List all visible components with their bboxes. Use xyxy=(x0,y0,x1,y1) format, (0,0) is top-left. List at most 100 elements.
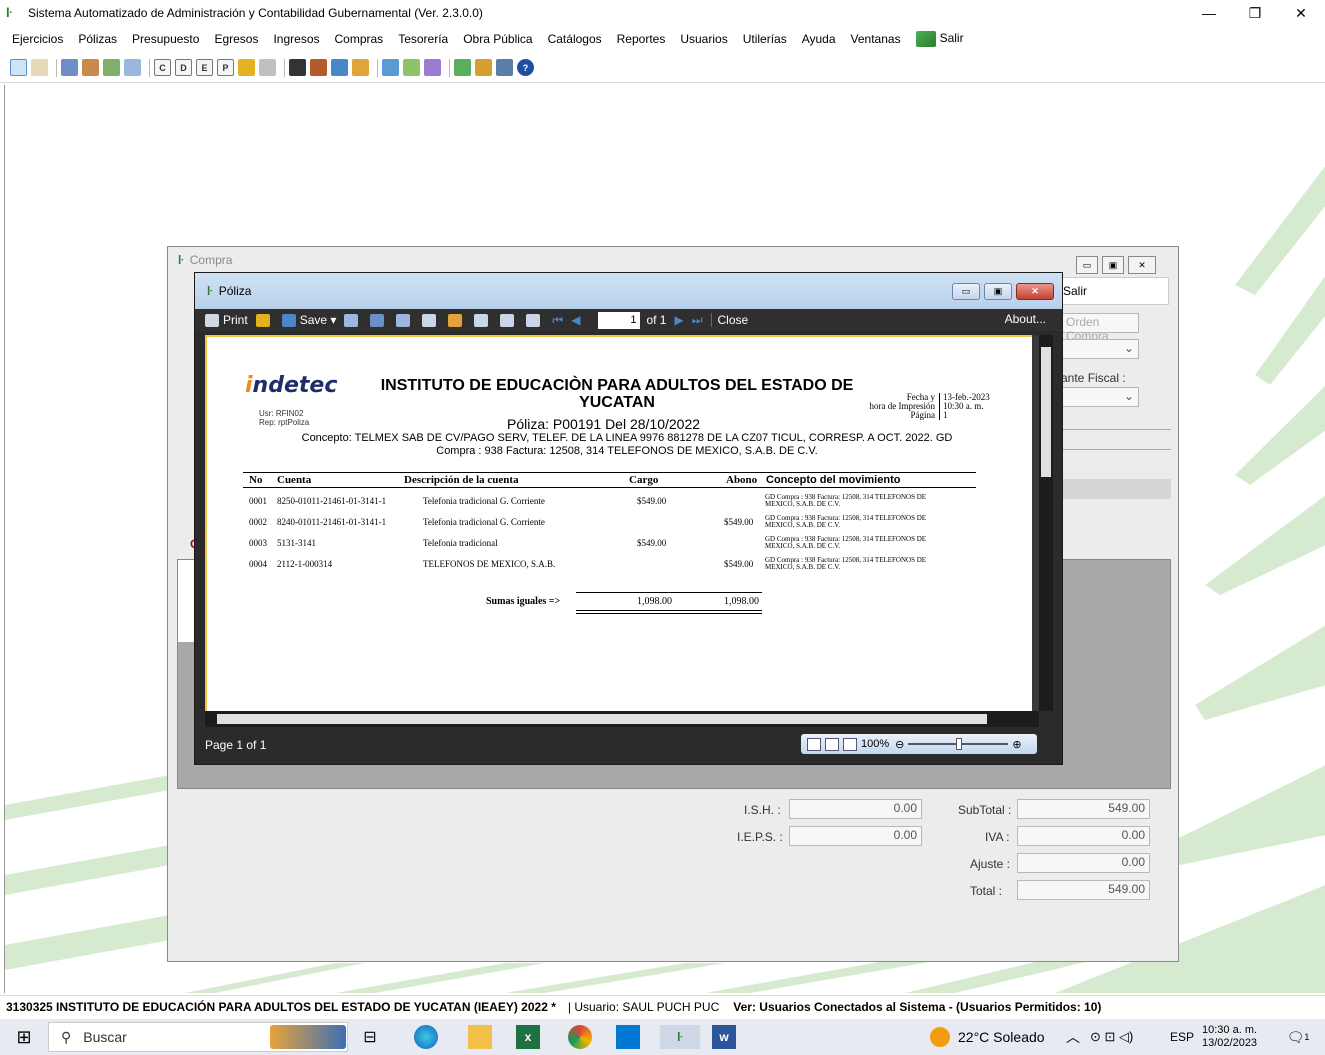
poliza-close-button[interactable]: ✕ xyxy=(1016,283,1054,300)
calculator-icon[interactable] xyxy=(496,59,513,76)
email-button[interactable] xyxy=(344,313,362,327)
tree-icon[interactable] xyxy=(454,59,471,76)
menu-catalogos[interactable]: Catálogos xyxy=(548,32,602,46)
refresh-icon[interactable] xyxy=(10,59,27,76)
view-button[interactable] xyxy=(526,313,544,327)
menu-obra-publica[interactable]: Obra Pública xyxy=(463,32,532,46)
zoom-slider[interactable] xyxy=(908,738,1009,750)
open-button[interactable] xyxy=(255,313,274,327)
save-button[interactable]: Save ▾ xyxy=(281,313,336,327)
task-view-icon[interactable]: ⊟ xyxy=(358,1025,382,1049)
prev-page-button[interactable]: ◀ xyxy=(571,313,580,327)
poliza-p-button[interactable]: P xyxy=(217,59,234,76)
close-button[interactable]: ✕ xyxy=(1278,0,1324,26)
menu-egresos[interactable]: Egresos xyxy=(214,32,258,46)
ish-field[interactable]: 0.00 xyxy=(789,799,922,819)
menu-ejercicios[interactable]: Ejercicios xyxy=(12,32,63,46)
store-icon[interactable] xyxy=(616,1025,640,1049)
scroll-thumb[interactable] xyxy=(1041,347,1051,477)
single-page-icon[interactable] xyxy=(807,737,821,751)
last-page-button[interactable]: ⏭ xyxy=(692,313,703,328)
maximize-button[interactable]: ❐ xyxy=(1232,0,1278,26)
page-number-input[interactable]: 1 xyxy=(598,311,641,329)
poliza-e-button[interactable]: E xyxy=(196,59,213,76)
total-field[interactable]: 549.00 xyxy=(1017,880,1150,900)
file-explorer-icon[interactable] xyxy=(468,1025,492,1049)
menu-ayuda[interactable]: Ayuda xyxy=(802,32,836,46)
sacg-taskbar-icon[interactable]: ŀ xyxy=(660,1025,700,1049)
users-icon[interactable] xyxy=(61,59,78,76)
help-icon[interactable]: ? xyxy=(517,59,534,76)
clock[interactable]: 10:30 a. m. 13/02/2023 xyxy=(1202,1023,1257,1051)
close-report-button[interactable]: Close xyxy=(710,313,748,327)
first-page-button[interactable]: ⏮ xyxy=(552,313,563,328)
news-widget-icon[interactable] xyxy=(270,1025,346,1049)
notification-icon[interactable]: 🗨 1 xyxy=(1286,1025,1310,1049)
comprobante-fiscal-select[interactable]: ⌄ xyxy=(1061,387,1139,407)
table-icon[interactable] xyxy=(124,59,141,76)
document-icon[interactable] xyxy=(382,59,399,76)
orden-compra-button[interactable]: Orden Compra xyxy=(1061,313,1139,343)
about-button[interactable]: About... xyxy=(1005,312,1046,326)
edit-icon[interactable] xyxy=(310,59,327,76)
zoom-button[interactable] xyxy=(422,313,440,327)
copy-button[interactable] xyxy=(474,313,492,327)
edit-button[interactable] xyxy=(448,313,466,327)
box-icon[interactable] xyxy=(352,59,369,76)
compra-salir-button[interactable]: Salir xyxy=(1063,284,1087,298)
zoom-slider-knob[interactable] xyxy=(956,738,963,750)
menu-ingresos[interactable]: Ingresos xyxy=(273,32,319,46)
thumbnails-button[interactable] xyxy=(396,313,414,327)
connected-users-link[interactable]: Ver: Usuarios Conectados al Sistema - (U… xyxy=(733,1000,1101,1014)
folder-icon[interactable] xyxy=(238,59,255,76)
weather-text[interactable]: 22°C Soleado xyxy=(958,1025,1045,1049)
multi-page-icon[interactable] xyxy=(843,737,857,751)
ajuste-field[interactable]: 0.00 xyxy=(1017,853,1150,873)
chrome-icon[interactable] xyxy=(568,1025,592,1049)
page-setup-button[interactable] xyxy=(500,313,518,327)
subtotal-field[interactable]: 549.00 xyxy=(1017,799,1150,819)
settings-icon[interactable] xyxy=(475,59,492,76)
tray-icons[interactable]: ⊙ ⊡ ◁) xyxy=(1090,1025,1133,1049)
people-icon[interactable] xyxy=(331,59,348,76)
print-button[interactable]: Print xyxy=(205,313,248,327)
menu-presupuesto[interactable]: Presupuesto xyxy=(132,32,199,46)
menu-utilerias[interactable]: Utilerías xyxy=(743,32,787,46)
menu-reportes[interactable]: Reportes xyxy=(617,32,666,46)
edge-icon[interactable] xyxy=(414,1025,438,1049)
windows-start-icon[interactable]: ⊞ xyxy=(12,1025,36,1049)
chart-icon[interactable] xyxy=(403,59,420,76)
compra-close-button[interactable]: ✕ xyxy=(1128,256,1156,274)
vertical-scrollbar[interactable] xyxy=(1039,335,1053,711)
zoom-out-icon[interactable]: ⊖ xyxy=(895,738,904,751)
ieps-field[interactable]: 0.00 xyxy=(789,826,922,846)
menu-tesoreria[interactable]: Tesorería xyxy=(398,32,448,46)
poliza-maximize-button[interactable]: ▣ xyxy=(984,283,1012,300)
menu-polizas[interactable]: Pólizas xyxy=(78,32,117,46)
menu-salir[interactable]: Salir xyxy=(915,31,964,47)
menu-compras[interactable]: Compras xyxy=(335,32,384,46)
find-button[interactable] xyxy=(370,313,388,327)
report-icon[interactable] xyxy=(31,59,48,76)
transfer-icon[interactable] xyxy=(82,59,99,76)
printer-icon[interactable] xyxy=(259,59,276,76)
next-page-button[interactable]: ▶ xyxy=(674,313,683,327)
network-icon[interactable] xyxy=(424,59,441,76)
word-icon[interactable]: w xyxy=(712,1025,736,1049)
minimize-button[interactable]: — xyxy=(1186,0,1232,26)
menu-usuarios[interactable]: Usuarios xyxy=(680,32,727,46)
poliza-c-button[interactable]: C xyxy=(154,59,171,76)
compra-select-1[interactable]: ⌄ xyxy=(1061,339,1139,359)
poliza-d-button[interactable]: D xyxy=(175,59,192,76)
language-indicator[interactable]: ESP xyxy=(1170,1025,1194,1049)
scroll-thumb[interactable] xyxy=(217,714,987,724)
report-document-area[interactable]: indetec Usr: RFIN02 Rep: rptPoliza INSTI… xyxy=(205,335,1039,711)
menu-ventanas[interactable]: Ventanas xyxy=(851,32,901,46)
ledger-icon[interactable] xyxy=(103,59,120,76)
compra-minimize-button[interactable]: ▭ xyxy=(1076,256,1098,274)
clipboard-icon[interactable] xyxy=(289,59,306,76)
horizontal-scrollbar[interactable] xyxy=(205,711,1039,727)
tray-chevron-icon[interactable]: ︿ xyxy=(1066,1025,1080,1049)
zoom-in-icon[interactable]: ⊕ xyxy=(1012,738,1021,751)
compra-maximize-button[interactable]: ▣ xyxy=(1102,256,1124,274)
